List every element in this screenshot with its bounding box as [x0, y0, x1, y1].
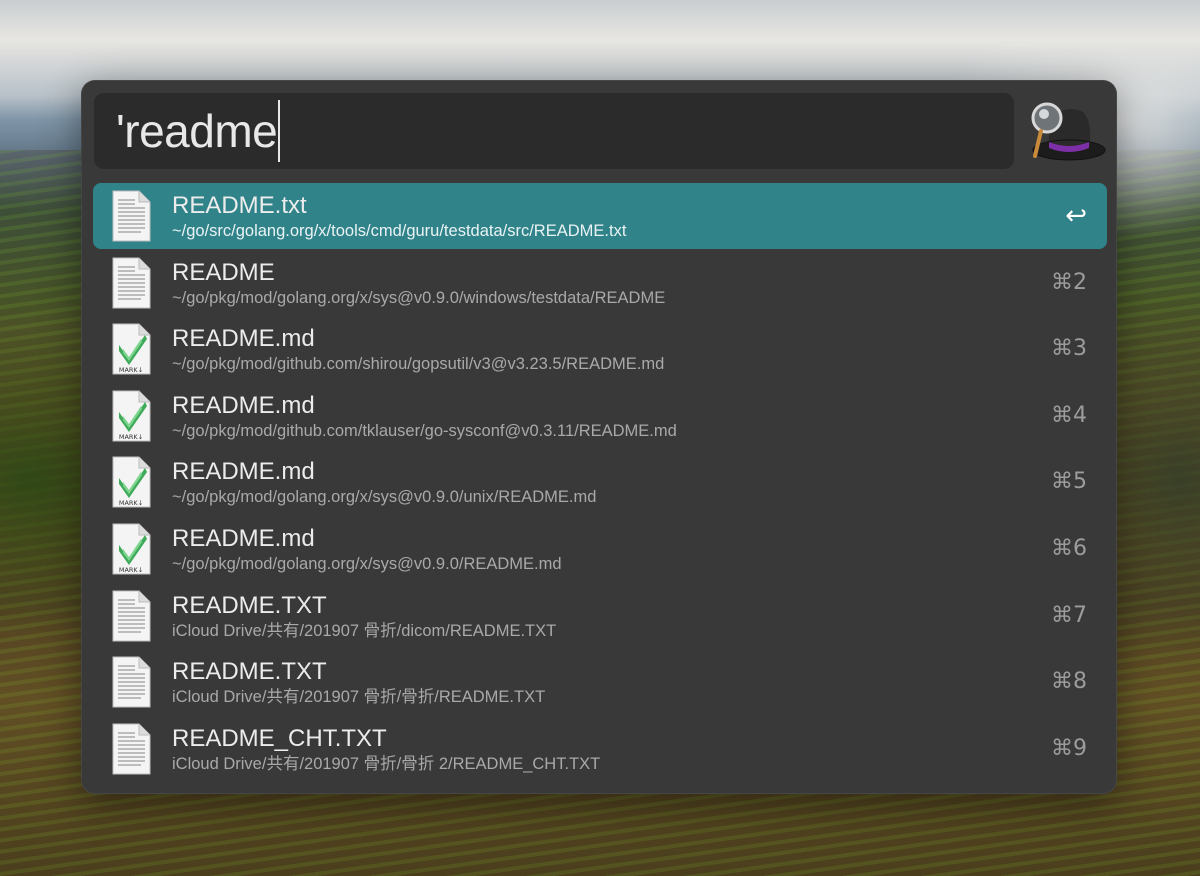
result-row[interactable]: README.TXT iCloud Drive/共有/201907 骨折/骨折/…: [93, 649, 1107, 715]
alfred-hat-icon: [1031, 102, 1106, 161]
text-file-icon: [112, 190, 151, 242]
result-path: ~/go/src/golang.org/x/tools/cmd/guru/tes…: [172, 222, 627, 240]
markdown-file-icon: MARK↓: [112, 390, 151, 442]
result-row[interactable]: MARK↓ README.md ~/go/pkg/mod/golang.org/…: [93, 516, 1107, 582]
shortcut-hint: ⌘3: [1051, 336, 1087, 362]
shortcut-hint: ⌘9: [1051, 735, 1087, 761]
result-path: iCloud Drive/共有/201907 骨折/骨折/README.TXT: [172, 688, 546, 707]
result-title: README.md: [172, 458, 315, 486]
result-row[interactable]: MARK↓ README.md ~/go/pkg/mod/github.com/…: [93, 316, 1107, 382]
result-path: ~/go/pkg/mod/golang.org/x/sys@v0.9.0/uni…: [172, 488, 597, 507]
result-title: README: [172, 258, 275, 286]
text-file-icon: [112, 723, 151, 775]
shortcut-hint: ⌘8: [1051, 669, 1087, 695]
result-row[interactable]: MARK↓ README.md ~/go/pkg/mod/golang.org/…: [93, 449, 1107, 515]
result-path: ~/go/pkg/mod/github.com/shirou/gopsutil/…: [172, 355, 665, 374]
result-title: README_CHT.TXT: [172, 724, 387, 752]
markdown-icon-label: MARK↓: [119, 366, 143, 374]
result-row[interactable]: README.txt ~/go/src/golang.org/x/tools/c…: [93, 183, 1107, 249]
shortcut-hint: ⌘6: [1051, 535, 1087, 561]
result-title: README.md: [172, 391, 315, 419]
text-file-icon: [112, 656, 151, 708]
result-row[interactable]: README_CHT.TXT iCloud Drive/共有/201907 骨折…: [93, 716, 1107, 782]
text-file-icon: [112, 257, 151, 309]
shortcut-hint: ⌘7: [1051, 602, 1087, 628]
shortcut-hint: ⌘4: [1051, 402, 1087, 428]
alfred-window: 'readme README.txt ~/go/src/golang.org/x…: [81, 80, 1117, 794]
result-path: ~/go/pkg/mod/golang.org/x/sys@v0.9.0/win…: [172, 288, 666, 307]
text-caret: [278, 100, 281, 162]
result-title: README.txt: [172, 192, 307, 219]
search-field[interactable]: 'readme: [94, 93, 1014, 169]
result-path: iCloud Drive/共有/201907 骨折/dicom/README.T…: [172, 621, 557, 640]
result-path: iCloud Drive/共有/201907 骨折/骨折 2/README_CH…: [172, 754, 601, 773]
search-input[interactable]: 'readme: [116, 108, 278, 154]
markdown-file-icon: MARK↓: [112, 323, 151, 375]
result-title: README.TXT: [172, 658, 327, 686]
result-row[interactable]: README.TXT iCloud Drive/共有/201907 骨折/dic…: [93, 583, 1107, 649]
result-title: README.md: [172, 325, 315, 353]
markdown-icon-label: MARK↓: [119, 499, 143, 507]
result-title: README.md: [172, 524, 315, 552]
markdown-icon-label: MARK↓: [119, 566, 143, 574]
result-row[interactable]: README ~/go/pkg/mod/golang.org/x/sys@v0.…: [93, 250, 1107, 316]
markdown-file-icon: MARK↓: [112, 523, 151, 575]
result-row[interactable]: MARK↓ README.md ~/go/pkg/mod/github.com/…: [93, 383, 1107, 449]
markdown-file-icon: MARK↓: [112, 456, 151, 508]
return-key-hint: ↩: [1065, 201, 1087, 231]
results-list: README.txt ~/go/src/golang.org/x/tools/c…: [93, 183, 1107, 782]
shortcut-hint: ⌘2: [1051, 269, 1087, 295]
result-title: README.TXT: [172, 591, 327, 619]
text-file-icon: [112, 590, 151, 642]
markdown-icon-label: MARK↓: [119, 433, 143, 441]
result-path: ~/go/pkg/mod/github.com/tklauser/go-sysc…: [172, 421, 677, 440]
result-path: ~/go/pkg/mod/golang.org/x/sys@v0.9.0/REA…: [172, 554, 562, 573]
shortcut-hint: ⌘5: [1051, 469, 1087, 495]
